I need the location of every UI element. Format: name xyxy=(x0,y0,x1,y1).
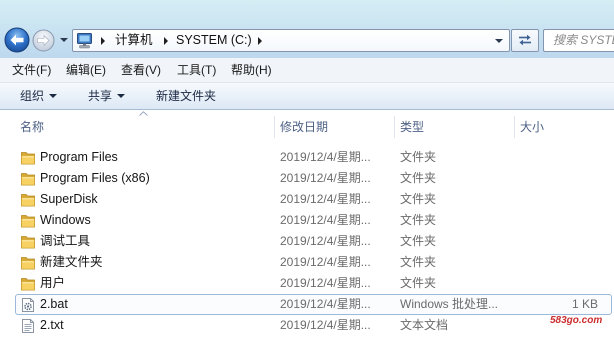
column-divider[interactable] xyxy=(394,116,395,138)
file-type: 文件夹 xyxy=(400,276,437,290)
file-date: 2019/12/4/星期... xyxy=(280,297,371,311)
folder-icon xyxy=(20,192,36,208)
file-name: SuperDisk xyxy=(40,192,98,206)
breadcrumb-computer[interactable]: 计算机 xyxy=(115,30,153,51)
file-type: 文件夹 xyxy=(400,255,437,269)
column-header: 名称 修改日期 类型 大小 xyxy=(0,116,614,138)
folder-icon xyxy=(20,276,36,292)
forward-arrow-icon xyxy=(32,29,55,52)
share-button[interactable]: 共享 xyxy=(88,83,112,109)
file-type: 文件夹 xyxy=(400,213,437,227)
file-size: 1 KB xyxy=(571,297,598,311)
file-type: Windows 批处理... xyxy=(400,297,499,311)
breadcrumb-chevron-right-icon[interactable] xyxy=(164,37,168,45)
chevron-down-icon xyxy=(117,94,125,98)
file-row[interactable]: Program Files 2019/12/4/星期... 文件夹 xyxy=(15,147,612,168)
folder-icon xyxy=(20,171,36,187)
file-row[interactable]: Windows 2019/12/4/星期... 文件夹 xyxy=(15,210,612,231)
file-row[interactable]: Program Files (x86) 2019/12/4/星期... 文件夹 xyxy=(15,168,612,189)
file-type: 文件夹 xyxy=(400,234,437,248)
file-name: 新建文件夹 xyxy=(40,255,103,269)
file-name: 调试工具 xyxy=(40,234,91,248)
search-input[interactable]: 搜索 SYSTE xyxy=(543,29,614,52)
menu-view[interactable]: 查看(V) xyxy=(121,58,161,82)
file-row[interactable]: 调试工具 2019/12/4/星期... 文件夹 xyxy=(15,231,612,252)
file-row-selected[interactable]: 2.bat 2019/12/4/星期... Windows 批处理... 1 K… xyxy=(15,294,612,315)
back-button[interactable] xyxy=(4,27,30,53)
column-divider[interactable] xyxy=(274,116,275,138)
file-name: 2.txt xyxy=(40,318,64,332)
folder-icon xyxy=(20,255,36,271)
menu-bar: 文件(F) 编辑(E) 查看(V) 工具(T) 帮助(H) xyxy=(0,58,614,83)
address-bar[interactable]: 计算机 SYSTEM (C:) xyxy=(72,29,510,52)
new-folder-button[interactable]: 新建文件夹 xyxy=(156,83,216,109)
file-date: 2019/12/4/星期... xyxy=(280,234,371,248)
file-row[interactable]: 2.txt 2019/12/4/星期... 文本文档 xyxy=(15,315,612,336)
computer-icon xyxy=(77,33,92,49)
organize-button[interactable]: 组织 xyxy=(20,83,44,109)
file-name: Program Files (x86) xyxy=(40,171,150,185)
file-date: 2019/12/4/星期... xyxy=(280,192,371,206)
menu-file[interactable]: 文件(F) xyxy=(12,58,51,82)
breadcrumb-chevron-right-icon[interactable] xyxy=(258,37,262,45)
forward-button[interactable] xyxy=(32,29,55,52)
file-type: 文件夹 xyxy=(400,150,437,164)
menu-edit[interactable]: 编辑(E) xyxy=(66,58,106,82)
back-arrow-icon xyxy=(4,27,30,53)
file-date: 2019/12/4/星期... xyxy=(280,255,371,269)
file-name: Windows xyxy=(40,213,91,227)
column-date-modified[interactable]: 修改日期 xyxy=(280,116,328,138)
search-placeholder: 搜索 SYSTE xyxy=(553,33,614,47)
file-type: 文件夹 xyxy=(400,192,437,206)
refresh-icon xyxy=(519,34,531,46)
column-type[interactable]: 类型 xyxy=(400,116,424,138)
folder-icon xyxy=(20,234,36,250)
command-toolbar: 组织 共享 新建文件夹 xyxy=(0,83,614,110)
folder-icon xyxy=(20,213,36,229)
column-size[interactable]: 大小 xyxy=(520,116,544,138)
refresh-button[interactable] xyxy=(511,29,539,52)
column-divider[interactable] xyxy=(514,116,515,138)
file-type: 文件夹 xyxy=(400,171,437,185)
file-row[interactable]: SuperDisk 2019/12/4/星期... 文件夹 xyxy=(15,189,612,210)
file-date: 2019/12/4/星期... xyxy=(280,150,371,164)
file-date: 2019/12/4/星期... xyxy=(280,276,371,290)
menu-help[interactable]: 帮助(H) xyxy=(231,58,272,82)
breadcrumb-chevron-right-icon[interactable] xyxy=(101,37,105,45)
file-row[interactable]: 用户 2019/12/4/星期... 文件夹 xyxy=(15,273,612,294)
chevron-down-icon xyxy=(49,94,57,98)
file-type: 文本文档 xyxy=(400,318,449,332)
column-name[interactable]: 名称 xyxy=(20,116,44,138)
menu-tools[interactable]: 工具(T) xyxy=(177,58,216,82)
file-date: 2019/12/4/星期... xyxy=(280,213,371,227)
file-name: 用户 xyxy=(40,276,66,290)
file-row[interactable]: 新建文件夹 2019/12/4/星期... 文件夹 xyxy=(15,252,612,273)
file-date: 2019/12/4/星期... xyxy=(280,171,371,185)
folder-icon xyxy=(20,150,36,166)
file-name: 2.bat xyxy=(40,297,68,311)
file-name: Program Files xyxy=(40,150,118,164)
file-date: 2019/12/4/星期... xyxy=(280,318,371,332)
history-dropdown-chevron-down-icon[interactable] xyxy=(60,38,68,42)
batch-file-icon xyxy=(22,298,34,312)
breadcrumb-drive[interactable]: SYSTEM (C:) xyxy=(176,30,252,51)
text-file-icon xyxy=(22,319,34,333)
address-dropdown-chevron-down-icon[interactable] xyxy=(495,39,503,43)
watermark: 583go.com xyxy=(550,315,603,326)
